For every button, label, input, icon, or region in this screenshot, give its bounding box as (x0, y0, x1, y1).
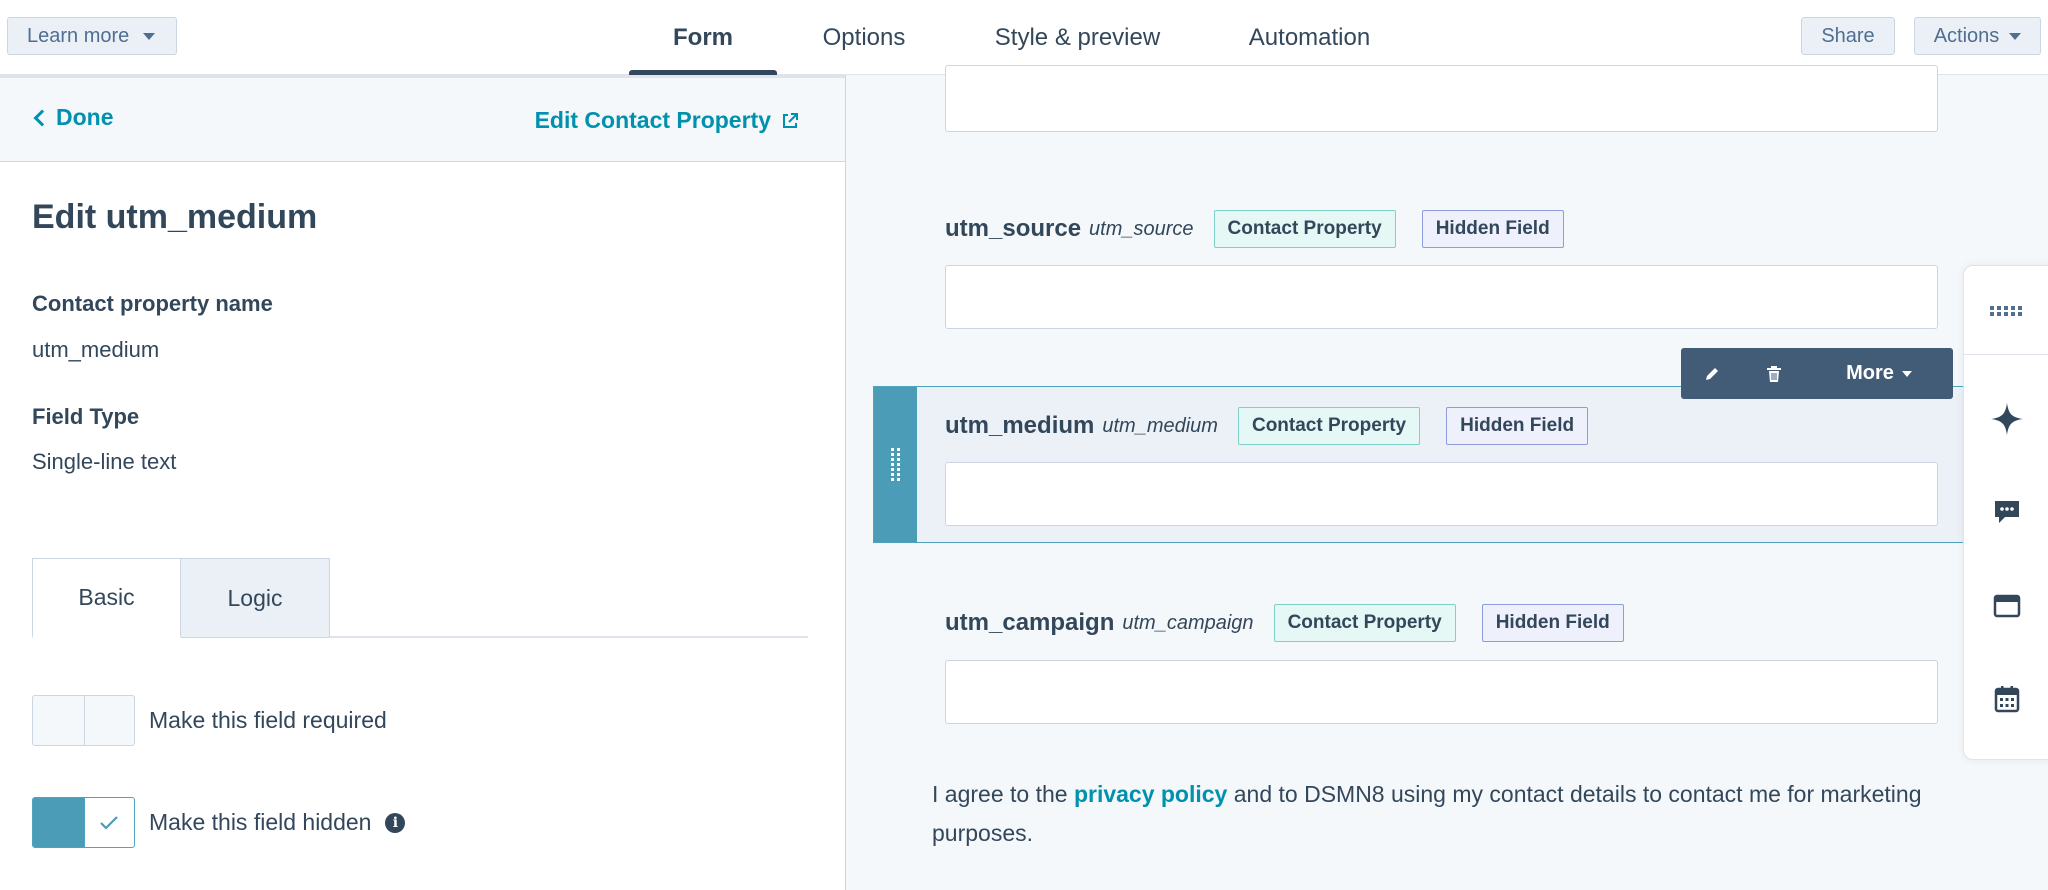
form-field-label-utm-medium: utm_medium utm_medium Contact Property H… (945, 407, 1589, 445)
tab-options-label: Options (822, 23, 906, 51)
tab-style-preview-label: Style & preview (994, 23, 1161, 51)
tab-automation-label: Automation (1248, 23, 1371, 51)
privacy-policy-link[interactable]: privacy policy (1074, 781, 1227, 807)
consent-text: I agree to the privacy policy and to DSM… (932, 775, 2012, 853)
sparkle-icon[interactable] (1964, 399, 2048, 439)
tab-form-label: Form (673, 23, 733, 51)
hidden-field-badge: Hidden Field (1446, 407, 1589, 445)
top-navigation-bar: Learn more Form Options Style & preview … (0, 0, 2048, 76)
tab-automation[interactable]: Automation (1232, 0, 1387, 75)
chevron-left-icon (33, 109, 51, 126)
caret-down-icon (1901, 370, 1912, 377)
form-field-input-utm-medium[interactable] (945, 462, 1938, 526)
form-field-input-utm-source[interactable] (945, 265, 1938, 329)
hidden-field-badge: Hidden Field (1421, 210, 1564, 248)
learn-more-dropdown[interactable]: Learn more (7, 17, 177, 55)
grid-icon[interactable] (1964, 291, 2048, 331)
field-action-toolbar: More (1681, 348, 1953, 399)
field-internal-name: utm_medium (1102, 414, 1218, 437)
browser-window-icon[interactable] (1964, 586, 2048, 626)
contact-property-badge: Contact Property (1273, 604, 1456, 642)
tab-logic-label: Logic (227, 584, 283, 611)
contact-property-name-label: Contact property name (32, 291, 273, 316)
learn-more-label: Learn more (27, 24, 130, 47)
contact-property-badge: Contact Property (1213, 210, 1396, 248)
field-label-name: utm_source (945, 215, 1082, 242)
caret-down-icon (143, 32, 156, 40)
toggle-right-half (83, 696, 135, 745)
field-internal-name: utm_source (1089, 217, 1194, 240)
form-field-input[interactable] (945, 65, 1938, 132)
edit-contact-property-link[interactable]: Edit Contact Property (535, 107, 799, 134)
consent-text-before: I agree to the (932, 781, 1074, 807)
hidden-toggle[interactable] (32, 797, 135, 848)
panel-tabs: Basic Logic (32, 558, 808, 638)
toggle-right-half (83, 798, 135, 847)
toggle-left-half (33, 798, 84, 847)
more-label: More (1846, 362, 1894, 384)
delete-field-button[interactable] (1743, 348, 1805, 399)
field-type-label: Field Type (32, 404, 140, 429)
share-button[interactable]: Share (1801, 17, 1895, 55)
required-toggle-row: Make this field required (32, 695, 387, 746)
done-button[interactable]: Done (33, 104, 114, 131)
form-field-label-utm-campaign: utm_campaign utm_campaign Contact Proper… (945, 604, 1624, 642)
form-field-label-utm-source: utm_source utm_source Contact Property H… (945, 210, 1564, 248)
field-type-value: Single-line text (32, 449, 177, 474)
tab-basic[interactable]: Basic (32, 558, 181, 638)
done-label: Done (56, 104, 114, 130)
panel-title: Edit utm_medium (32, 198, 318, 236)
external-link-icon (783, 112, 798, 128)
more-dropdown[interactable]: More (1805, 348, 1953, 399)
tab-basic-label: Basic (78, 584, 135, 610)
form-field-input-utm-campaign[interactable] (945, 660, 1938, 724)
dock-divider (1964, 354, 2048, 355)
form-preview: utm_source utm_source Contact Property H… (846, 65, 2048, 890)
tab-style-preview[interactable]: Style & preview (975, 0, 1180, 75)
pencil-icon (1706, 367, 1718, 380)
contact-property-badge: Contact Property (1237, 407, 1421, 445)
caret-down-icon (2009, 32, 2022, 40)
field-label-name: utm_medium (945, 412, 1095, 439)
side-dock (1963, 265, 2048, 760)
tab-options[interactable]: Options (800, 0, 928, 75)
info-icon[interactable]: i (385, 812, 406, 833)
tab-form[interactable]: Form (629, 0, 777, 76)
chat-icon[interactable] (1964, 492, 2048, 532)
field-label-name: utm_campaign (945, 609, 1115, 636)
trash-icon (1767, 365, 1781, 382)
drag-grip-icon (891, 448, 900, 481)
drag-handle[interactable] (874, 387, 917, 542)
edit-field-button[interactable] (1681, 348, 1743, 399)
actions-label: Actions (1933, 24, 2000, 47)
hidden-toggle-row: Make this field hidden i (32, 797, 406, 848)
edit-field-panel: Done Edit Contact Property Edit utm_medi… (0, 75, 846, 890)
share-label: Share (1821, 24, 1875, 47)
edit-contact-property-label: Edit Contact Property (534, 107, 771, 133)
required-toggle[interactable] (32, 695, 135, 746)
hidden-toggle-label: Make this field hidden (149, 809, 372, 835)
checkmark-icon (100, 815, 119, 830)
hidden-field-badge: Hidden Field (1481, 604, 1624, 642)
calendar-icon[interactable] (1964, 679, 2048, 719)
actions-dropdown[interactable]: Actions (1914, 17, 2041, 55)
field-internal-name: utm_campaign (1122, 611, 1254, 634)
contact-property-name-value: utm_medium (32, 337, 160, 362)
toggle-left-half (33, 696, 84, 745)
tab-logic[interactable]: Logic (181, 558, 330, 638)
panel-header: Done Edit Contact Property (0, 75, 845, 162)
required-toggle-label: Make this field required (149, 707, 387, 733)
